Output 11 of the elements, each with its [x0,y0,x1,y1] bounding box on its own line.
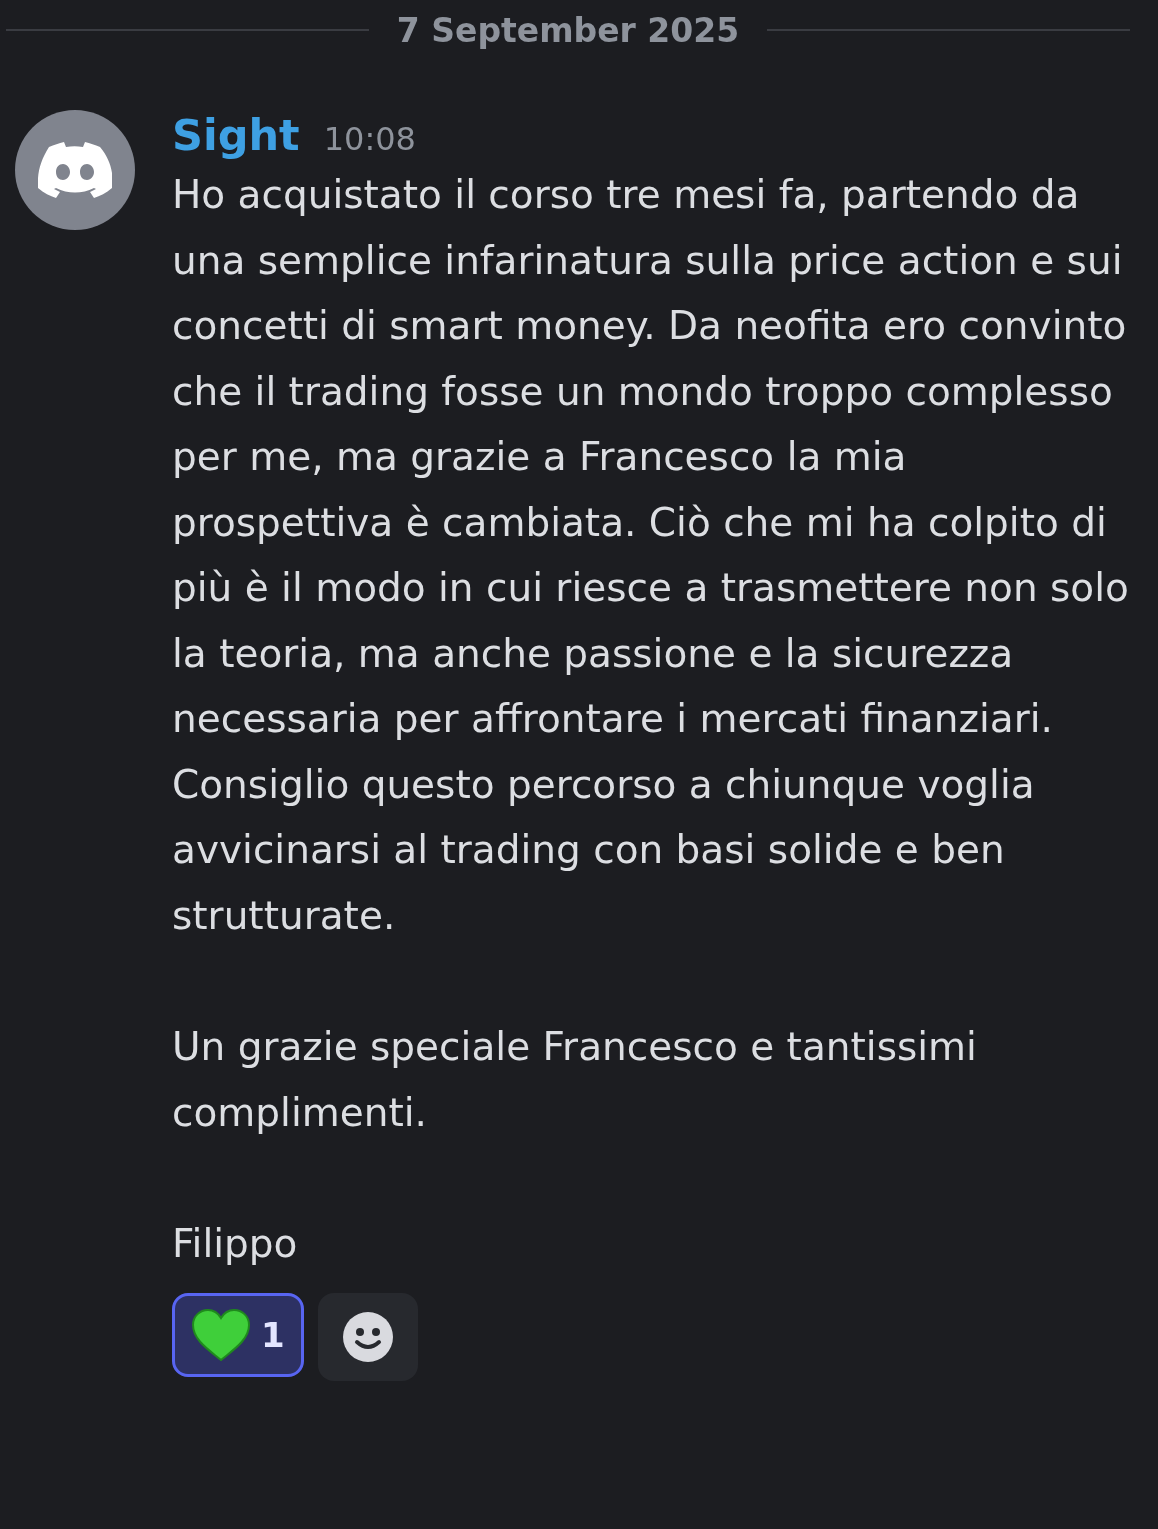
add-reaction-button[interactable] [317,1292,418,1381]
message-text: Filippo [172,1220,299,1268]
logo-icon [38,142,112,198]
date-divider-text: 7 September 2025 [396,10,740,50]
author-name[interactable]: Sight [172,110,300,160]
message-text: Ho acquistato il corso tre mesi fa, partendo da una semplice infarinatura sulla price action e sui concetti di smart money. Da neofita ero convinto che il trading fosse un mondo troppo complesso per me, ma grazie a Francesco la mia prospettiva è cambiata. Ciò che mi ha colpito di più è il modo in cui riesce a trasmettere non solo la teoria, ma anche passione e la sicurezza necessaria per affrontare i mercati finanziari. Consiglio questo percorso a chiunque voglia avvicinarsi al trading con basi solide e ben strutturate. [172,171,1130,940]
timestamp: 10:08 [323,120,416,158]
heart-icon [191,1307,251,1362]
message-text: Un grazie speciale Francesco e tantissimi complimenti. [172,1023,978,1137]
reaction-button[interactable]: 1 [172,1292,304,1377]
smiley-icon [342,1311,393,1362]
